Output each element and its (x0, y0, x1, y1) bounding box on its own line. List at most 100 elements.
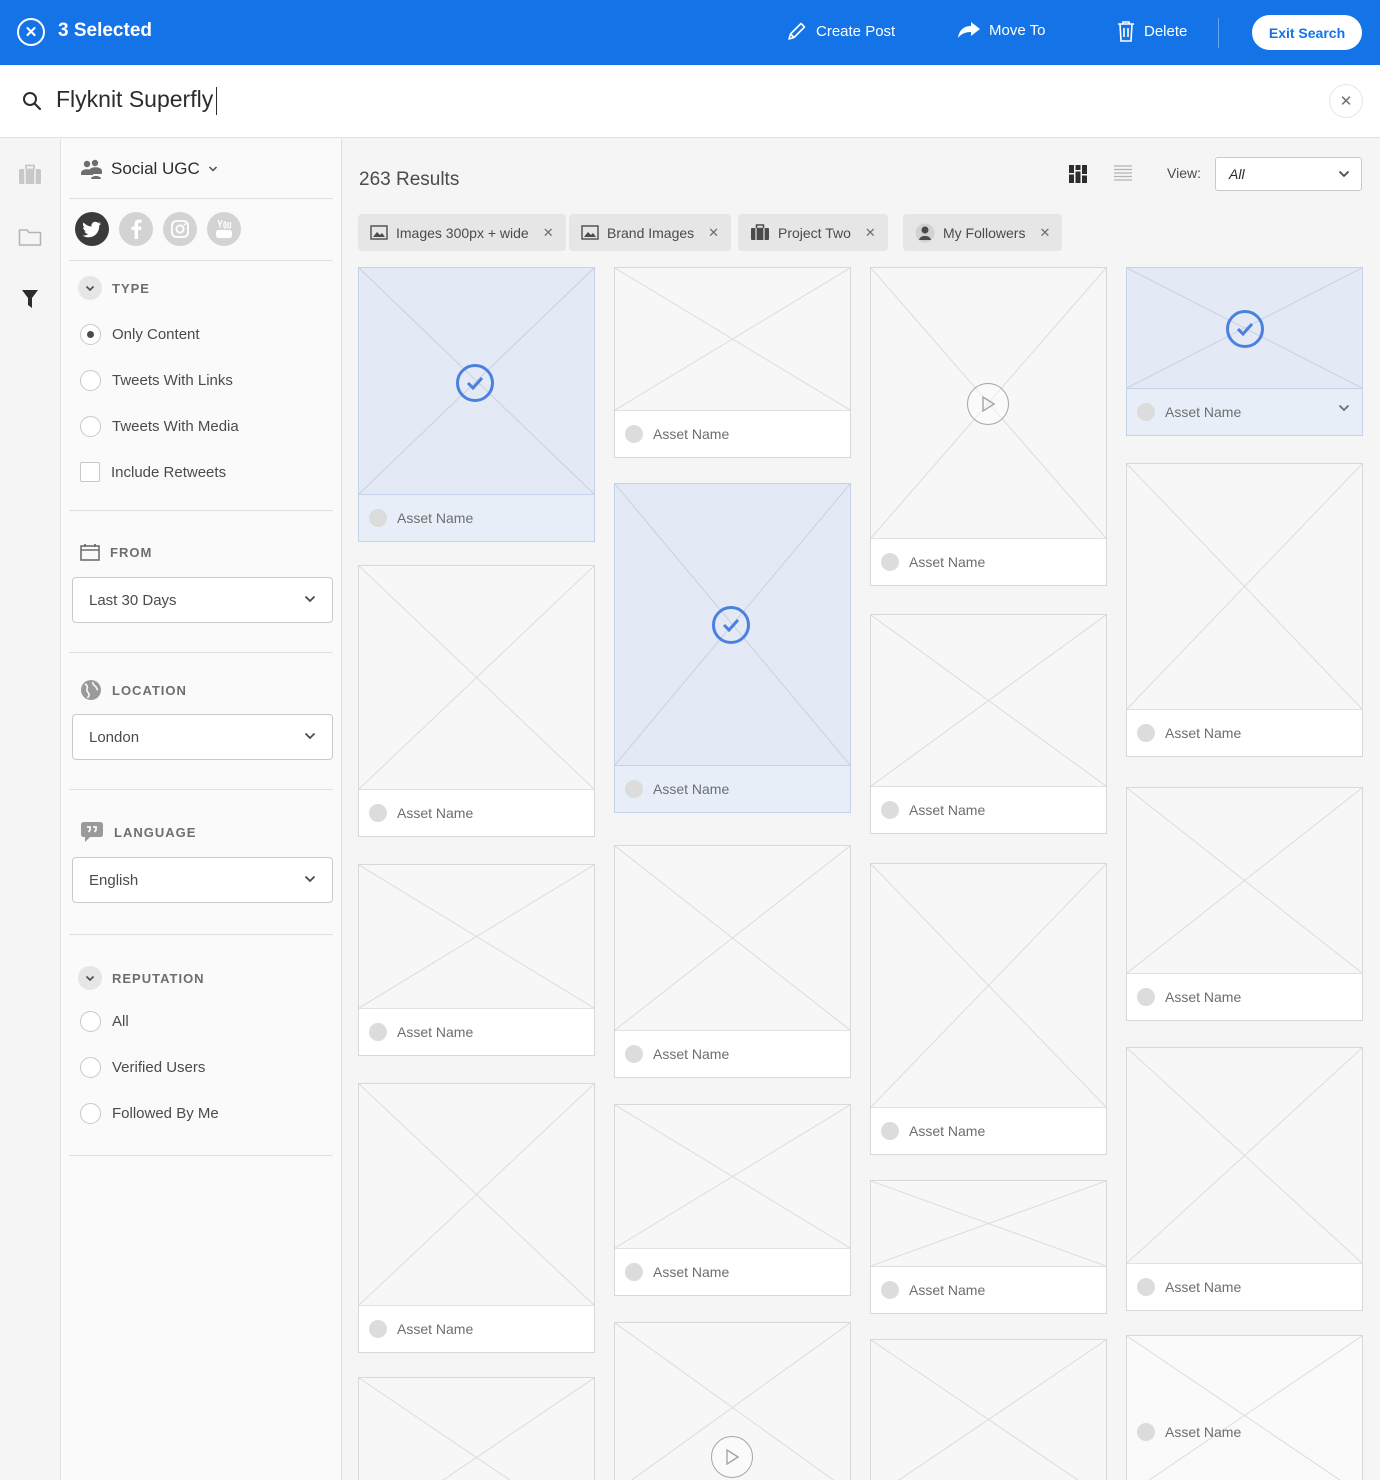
collapse-toggle[interactable] (78, 276, 102, 300)
reputation-option[interactable]: All (80, 1011, 129, 1032)
select-dot[interactable] (625, 780, 643, 798)
language-section-header: LANGUAGE (80, 821, 196, 843)
language-title: LANGUAGE (114, 824, 197, 840)
select-dot[interactable] (625, 1263, 643, 1281)
asset-card[interactable] (870, 1339, 1107, 1480)
radio-button[interactable] (80, 324, 101, 345)
instagram-filter[interactable] (163, 212, 197, 246)
select-dot[interactable] (1137, 988, 1155, 1006)
select-dot[interactable] (881, 1281, 899, 1299)
reputation-option[interactable]: Followed By Me (80, 1103, 219, 1124)
remove-tag-icon[interactable]: ✕ (708, 225, 719, 241)
filter-tag[interactable]: My Followers ✕ (903, 214, 1063, 251)
filter-tag[interactable]: Project Two ✕ (738, 214, 888, 251)
filter-icon[interactable] (21, 289, 39, 309)
select-dot[interactable] (881, 553, 899, 571)
reputation-option[interactable]: Verified Users (80, 1057, 205, 1078)
asset-card[interactable]: Asset Name (870, 614, 1107, 834)
select-dot[interactable] (369, 1320, 387, 1338)
location-select[interactable]: London (72, 714, 333, 760)
asset-card[interactable]: Asset Name (870, 863, 1107, 1155)
folder-icon[interactable] (18, 227, 42, 247)
forward-arrow-icon (958, 22, 980, 38)
asset-card[interactable]: Asset Name (1126, 787, 1363, 1021)
asset-card[interactable]: Asset Name (870, 1180, 1107, 1314)
radio-button[interactable] (80, 370, 101, 391)
clear-selection-button[interactable]: ✕ (17, 18, 45, 46)
asset-card[interactable]: Asset Name (870, 267, 1107, 586)
select-dot[interactable] (1137, 403, 1155, 421)
search-input[interactable]: Flyknit Superfly (56, 86, 218, 115)
reputation-section-header[interactable]: REPUTATION (78, 966, 205, 990)
language-value: English (89, 871, 139, 889)
chevron-down-icon[interactable] (1338, 404, 1350, 412)
date-range-select[interactable]: Last 30 Days (72, 577, 333, 623)
filter-tag[interactable]: Images 300px + wide ✕ (358, 214, 566, 251)
play-icon[interactable] (967, 383, 1009, 425)
asset-name: Asset Name (653, 1264, 730, 1280)
select-dot[interactable] (369, 804, 387, 822)
source-label: Social UGC (111, 159, 200, 178)
radio-button[interactable] (80, 1103, 101, 1124)
asset-card[interactable]: Asset Name (614, 483, 851, 813)
type-option[interactable]: Tweets With Media (80, 416, 239, 437)
asset-card[interactable]: Asset Name (1126, 463, 1363, 757)
create-post-button[interactable]: Create Post (786, 20, 895, 42)
radio-button[interactable] (80, 1011, 101, 1032)
twitter-filter[interactable] (75, 212, 109, 246)
briefcase-icon[interactable] (18, 164, 42, 186)
language-select[interactable]: English (72, 857, 333, 903)
radio-button[interactable] (80, 1057, 101, 1078)
view-label: View: (1167, 165, 1201, 181)
select-dot[interactable] (881, 801, 899, 819)
select-dot[interactable] (625, 1045, 643, 1063)
checkbox[interactable] (80, 462, 100, 482)
delete-button[interactable]: Delete (1116, 20, 1187, 42)
selected-check-icon[interactable] (456, 364, 494, 402)
select-dot[interactable] (1137, 1423, 1155, 1441)
select-dot[interactable] (1137, 1278, 1155, 1296)
asset-card[interactable]: Asset Name (1126, 1335, 1363, 1480)
type-option[interactable]: Only Content (80, 324, 200, 345)
asset-card[interactable]: Asset Name (358, 864, 595, 1056)
filter-tag[interactable]: Brand Images ✕ (569, 214, 732, 251)
asset-card[interactable]: Asset Name (358, 1083, 595, 1353)
radio-button[interactable] (80, 416, 101, 437)
collapse-toggle[interactable] (78, 966, 102, 990)
grid-view-icon[interactable] (1069, 165, 1087, 183)
view-select[interactable]: All (1215, 157, 1362, 191)
asset-card[interactable]: Asset Name (358, 267, 595, 542)
source-selector[interactable]: Social UGC (81, 159, 218, 179)
youtube-filter[interactable] (207, 212, 241, 246)
select-dot[interactable] (1137, 724, 1155, 742)
selected-check-icon[interactable] (712, 606, 750, 644)
select-dot[interactable] (881, 1122, 899, 1140)
select-dot[interactable] (625, 425, 643, 443)
remove-tag-icon[interactable]: ✕ (865, 225, 876, 241)
asset-card[interactable]: Asset Name (1126, 267, 1363, 436)
asset-card[interactable]: Asset Name (358, 565, 595, 837)
asset-card[interactable]: Asset Name (1126, 1047, 1363, 1311)
select-dot[interactable] (369, 509, 387, 527)
remove-tag-icon[interactable]: ✕ (1039, 225, 1050, 241)
move-to-button[interactable]: Move To (957, 20, 1045, 40)
asset-card[interactable]: Asset Name (614, 845, 851, 1078)
type-section-header[interactable]: TYPE (78, 276, 150, 300)
type-option[interactable]: Tweets With Links (80, 370, 233, 391)
asset-card[interactable]: Asset Name (614, 267, 851, 458)
select-dot[interactable] (369, 1023, 387, 1041)
filter-panel: Social UGC TYPE Only Content Tweets With… (61, 139, 342, 1480)
facebook-filter[interactable] (119, 212, 153, 246)
clear-search-button[interactable]: ✕ (1330, 85, 1362, 117)
include-retweets-option[interactable]: Include Retweets (80, 462, 226, 482)
play-icon[interactable] (711, 1436, 753, 1478)
selected-check-icon[interactable] (1226, 310, 1264, 348)
exit-search-button[interactable]: Exit Search (1252, 15, 1362, 50)
asset-card[interactable] (614, 1322, 851, 1480)
asset-card[interactable] (358, 1377, 595, 1480)
asset-card[interactable]: Asset Name (614, 1104, 851, 1296)
asset-name: Asset Name (1165, 1424, 1242, 1440)
remove-tag-icon[interactable]: ✕ (543, 225, 554, 241)
search-bar: Flyknit Superfly ✕ (0, 65, 1380, 138)
list-view-icon[interactable] (1114, 165, 1132, 183)
